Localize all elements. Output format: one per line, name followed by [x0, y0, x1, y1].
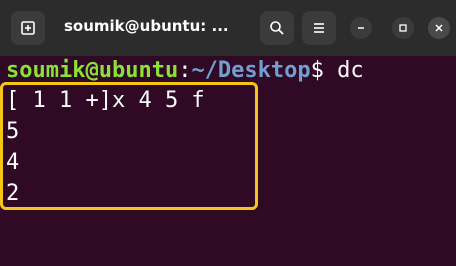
minimize-icon — [358, 27, 364, 29]
output-line: 5 — [6, 119, 20, 144]
terminal-window: soumik@ubuntu: ... soumik@ubuntu:~/Deskt… — [0, 0, 456, 219]
maximize-button[interactable] — [392, 17, 414, 39]
prompt-user: soumik@ubuntu — [6, 58, 179, 83]
search-button[interactable] — [260, 11, 294, 45]
new-tab-icon — [21, 21, 35, 35]
prompt-colon: : — [178, 58, 192, 83]
maximize-icon — [399, 24, 407, 32]
command-text: dc — [337, 58, 364, 83]
output-line: [ 1 1 +]x 4 5 f — [6, 88, 205, 113]
prompt-line: soumik@ubuntu:~/Desktop$ dc — [6, 56, 364, 86]
prompt-symbol: $ — [310, 58, 338, 83]
minimize-button[interactable] — [350, 17, 372, 39]
output-line: 4 — [6, 150, 20, 175]
window-title: soumik@ubuntu: ... — [64, 17, 229, 35]
menu-button[interactable] — [302, 11, 336, 45]
search-icon — [270, 21, 284, 35]
terminal-output-area[interactable]: soumik@ubuntu:~/Desktop$ dc [ 1 1 +]x 4 … — [6, 56, 456, 219]
close-button[interactable] — [428, 17, 450, 39]
output-line: 2 — [6, 181, 20, 206]
close-icon — [435, 24, 443, 32]
prompt-path: ~/Desktop — [191, 58, 311, 83]
title-bar[interactable]: soumik@ubuntu: ... — [0, 0, 456, 56]
new-tab-button[interactable] — [11, 11, 45, 45]
hamburger-menu-icon — [314, 23, 324, 33]
